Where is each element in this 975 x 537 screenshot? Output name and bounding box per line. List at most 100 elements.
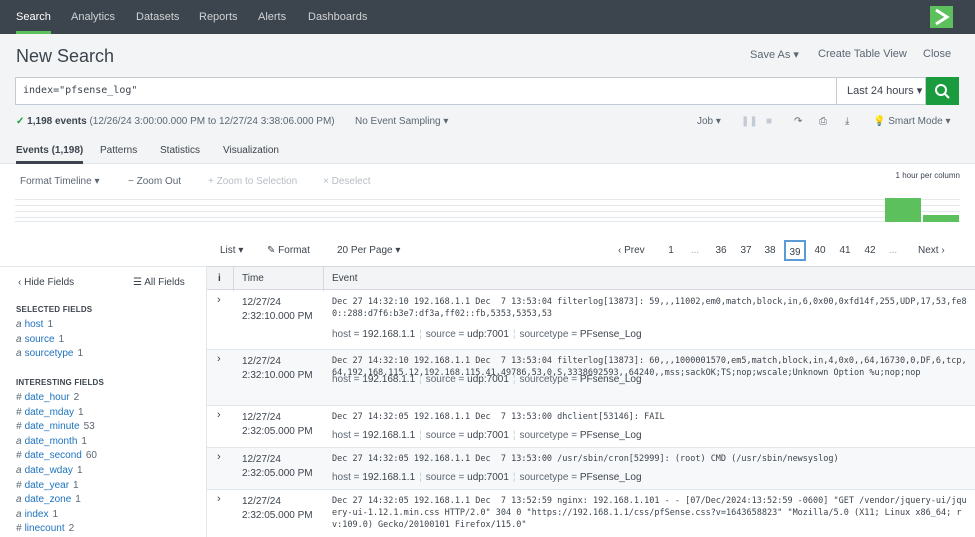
field-date_minute[interactable]: # date_minute 53 xyxy=(16,421,95,432)
expand-event-icon[interactable]: › xyxy=(217,451,221,463)
nav-datasets[interactable]: Datasets xyxy=(136,0,179,34)
field-date_month[interactable]: a date_month 1 xyxy=(16,436,87,447)
search-mode-menu[interactable]: 💡 Smart Mode ▾ xyxy=(873,116,951,127)
host-value[interactable]: 192.168.1.1 xyxy=(362,472,415,483)
deselect-button[interactable]: × Deselect xyxy=(323,176,371,187)
field-name[interactable]: date_mday xyxy=(25,407,74,418)
expand-event-icon[interactable]: › xyxy=(217,409,221,421)
field-source[interactable]: a source 1 xyxy=(16,334,64,345)
app-logo-icon[interactable] xyxy=(930,6,953,28)
timeline-bar[interactable] xyxy=(923,215,959,222)
nav-search[interactable]: Search xyxy=(16,0,51,34)
field-name[interactable]: date_hour xyxy=(25,392,70,403)
tab-events[interactable]: Events (1,198) xyxy=(16,145,84,164)
tab-visualization[interactable]: Visualization xyxy=(223,145,279,164)
job-menu[interactable]: Job ▾ xyxy=(697,116,721,127)
source-value[interactable]: udp:7001 xyxy=(467,329,509,340)
field-name[interactable]: source xyxy=(25,334,55,345)
list-view-menu[interactable]: List ▾ xyxy=(220,245,243,256)
field-host[interactable]: a host 1 xyxy=(16,319,53,330)
sourcetype-value[interactable]: PFsense_Log xyxy=(580,374,642,385)
all-fields-button[interactable]: ☰ All Fields xyxy=(133,277,185,288)
tab-patterns[interactable]: Patterns xyxy=(100,145,137,164)
page-41[interactable]: 41 xyxy=(834,240,856,261)
event-row[interactable]: › 12/27/24 2:32:10.000 PM Dec 27 14:32:10 1… xyxy=(207,350,975,406)
field-name[interactable]: date_zone xyxy=(25,494,72,505)
field-name[interactable]: host xyxy=(25,319,44,330)
tab-statistics[interactable]: Statistics xyxy=(160,145,200,164)
pause-icon[interactable]: ❚❚ xyxy=(741,116,758,127)
sourcetype-value[interactable]: PFsense_Log xyxy=(580,430,642,441)
event-sampling-menu[interactable]: No Event Sampling ▾ xyxy=(355,116,448,127)
per-page-menu[interactable]: 20 Per Page ▾ xyxy=(337,245,400,256)
event-time: 12/27/24 2:32:10.000 PM xyxy=(242,297,313,322)
sourcetype-value[interactable]: PFsense_Log xyxy=(580,472,642,483)
field-name[interactable]: linecount xyxy=(25,523,65,534)
expand-event-icon[interactable]: › xyxy=(217,294,221,306)
prev-page-button[interactable]: ‹ Prev xyxy=(618,245,645,256)
host-value[interactable]: 192.168.1.1 xyxy=(362,374,415,385)
field-date_hour[interactable]: # date_hour 2 xyxy=(16,392,79,403)
source-value[interactable]: udp:7001 xyxy=(467,430,509,441)
create-table-view-button[interactable]: Create Table View xyxy=(818,48,907,60)
field-date_second[interactable]: # date_second 60 xyxy=(16,450,97,461)
field-date_zone[interactable]: a date_zone 1 xyxy=(16,494,81,505)
expand-event-icon[interactable]: › xyxy=(217,493,221,505)
format-menu[interactable]: ✎ Format xyxy=(267,245,310,256)
host-value[interactable]: 192.168.1.1 xyxy=(362,430,415,441)
page-38[interactable]: 38 xyxy=(759,240,781,261)
event-row[interactable]: › 12/27/24 2:32:05.000 PM Dec 27 14:32:05 1… xyxy=(207,448,975,490)
field-name[interactable]: date_minute xyxy=(25,421,80,432)
nav-reports[interactable]: Reports xyxy=(199,0,238,34)
hide-fields-button[interactable]: ‹ Hide Fields xyxy=(18,277,74,288)
event-row[interactable]: › 12/27/24 2:32:10.000 PM Dec 27 14:32:10 1… xyxy=(207,291,975,350)
field-type-icon: # xyxy=(16,450,22,462)
next-page-button[interactable]: Next › xyxy=(918,245,945,256)
page-36[interactable]: 36 xyxy=(710,240,732,261)
nav-dashboards[interactable]: Dashboards xyxy=(308,0,367,34)
save-as-menu[interactable]: Save As ▾ xyxy=(750,48,799,61)
field-date_year[interactable]: # date_year 1 xyxy=(16,480,79,491)
field-date_mday[interactable]: # date_mday 1 xyxy=(16,407,84,418)
nav-alerts[interactable]: Alerts xyxy=(258,0,286,34)
source-value[interactable]: udp:7001 xyxy=(467,374,509,385)
search-button[interactable] xyxy=(926,77,959,105)
field-date_wday[interactable]: a date_wday 1 xyxy=(16,465,83,476)
search-input[interactable]: index="pfsense_log" xyxy=(15,77,837,105)
expand-event-icon[interactable]: › xyxy=(217,353,221,365)
zoom-out-button[interactable]: − Zoom Out xyxy=(128,176,181,187)
close-button[interactable]: Close xyxy=(923,48,951,60)
event-row[interactable]: › 12/27/24 2:32:05.000 PM Dec 27 14:32:05 1… xyxy=(207,406,975,448)
sourcetype-value[interactable]: PFsense_Log xyxy=(580,329,642,340)
export-icon[interactable]: ⤓ xyxy=(845,116,849,127)
time-range-picker[interactable]: Last 24 hours ▾ xyxy=(836,77,926,105)
field-name[interactable]: index xyxy=(25,509,49,520)
field-index[interactable]: a index 1 xyxy=(16,509,58,520)
share-icon[interactable]: ↷ xyxy=(794,116,802,127)
format-timeline-menu[interactable]: Format Timeline ▾ xyxy=(20,176,100,187)
stop-icon[interactable]: ■ xyxy=(766,116,772,127)
field-name[interactable]: sourcetype xyxy=(25,348,74,359)
field-count: 1 xyxy=(75,494,81,506)
timeline-chart[interactable] xyxy=(15,194,960,222)
field-name[interactable]: date_year xyxy=(25,480,69,491)
field-sourcetype[interactable]: a sourcetype 1 xyxy=(16,348,83,359)
field-name[interactable]: date_month xyxy=(25,436,78,447)
field-name[interactable]: date_second xyxy=(25,450,82,461)
print-icon[interactable]: ⎙ xyxy=(819,116,827,127)
event-row[interactable]: › 12/27/24 2:32:05.000 PM Dec 27 14:32:05 1… xyxy=(207,490,975,537)
time-column-header[interactable]: Time xyxy=(242,273,264,284)
field-linecount[interactable]: # linecount 2 xyxy=(16,523,74,534)
zoom-to-selection-button[interactable]: + Zoom to Selection xyxy=(208,176,297,187)
source-value[interactable]: udp:7001 xyxy=(467,472,509,483)
event-column-header[interactable]: Event xyxy=(332,273,358,284)
timeline-bar[interactable] xyxy=(885,198,921,222)
page-39-current[interactable]: 39 xyxy=(784,240,806,261)
host-value[interactable]: 192.168.1.1 xyxy=(362,329,415,340)
field-name[interactable]: date_wday xyxy=(25,465,73,476)
page-1[interactable]: 1 xyxy=(660,240,682,261)
page-37[interactable]: 37 xyxy=(735,240,757,261)
nav-analytics[interactable]: Analytics xyxy=(71,0,115,34)
page-40[interactable]: 40 xyxy=(809,240,831,261)
page-42[interactable]: 42 xyxy=(859,240,881,261)
